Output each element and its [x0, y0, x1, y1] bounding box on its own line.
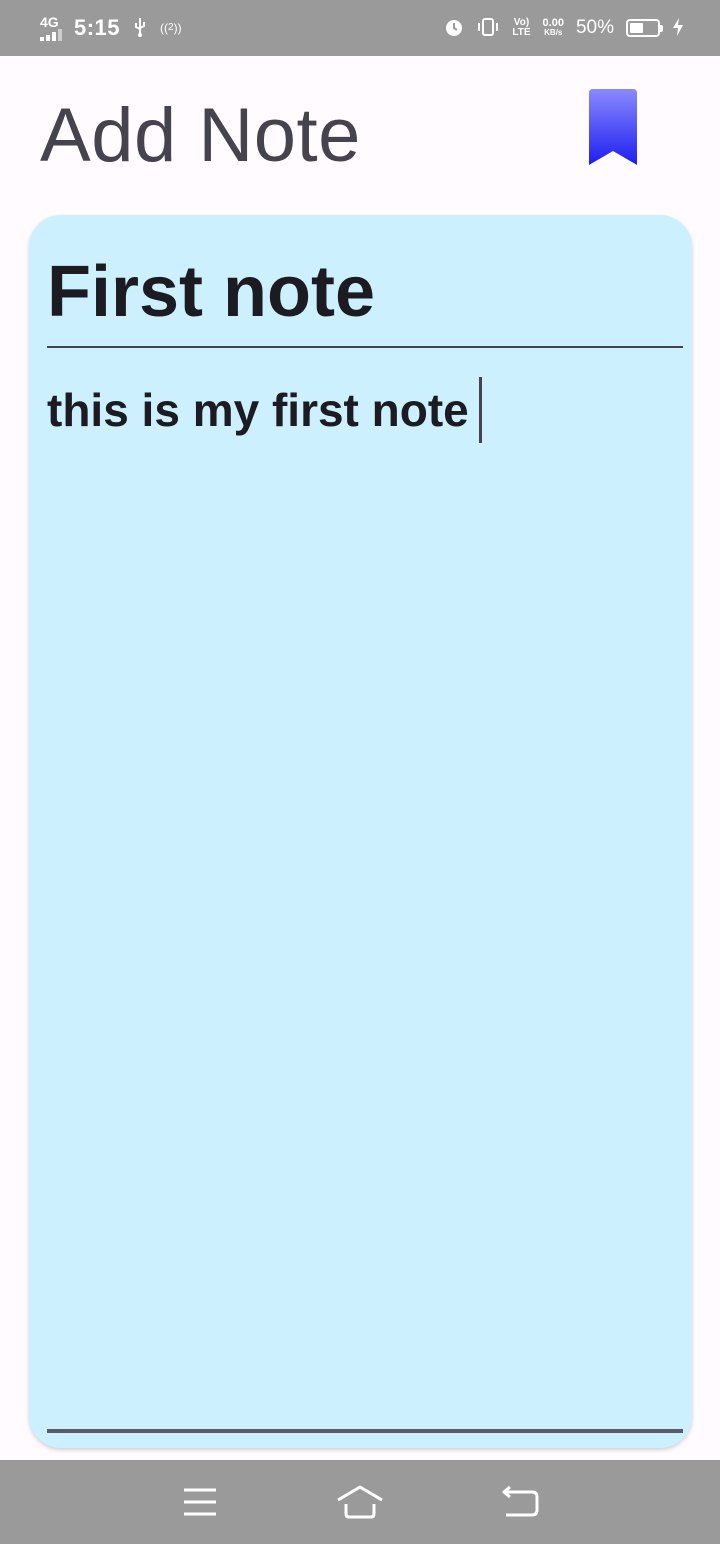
status-bar: 4G 5:15 ((2)) Vo) LTE 0.00 KB/s 50%	[0, 0, 720, 56]
back-button[interactable]	[490, 1472, 550, 1532]
battery-level	[630, 23, 643, 33]
save-bookmark-button[interactable]	[578, 84, 648, 174]
bookmark-icon	[589, 89, 637, 165]
charging-icon	[672, 17, 684, 40]
alarm-icon	[444, 17, 464, 40]
home-icon	[337, 1485, 383, 1519]
clock: 5:15	[74, 15, 121, 40]
signal-indicator: 4G	[40, 15, 62, 41]
battery-icon	[626, 19, 663, 37]
text-cursor	[478, 377, 482, 443]
network-speed: 0.00 KB/s	[542, 17, 564, 38]
note-body-input[interactable]: this is my first note	[47, 377, 683, 443]
usb-icon	[132, 17, 148, 40]
menu-button[interactable]	[170, 1472, 230, 1532]
signal-bars-icon	[40, 29, 62, 41]
navigation-bar	[0, 1460, 720, 1544]
menu-icon	[184, 1488, 216, 1516]
home-button[interactable]	[330, 1472, 390, 1532]
back-icon	[502, 1486, 539, 1517]
battery-percent: 50%	[575, 17, 614, 38]
network-type: 4G	[40, 14, 59, 30]
note-body-text: this is my first note	[47, 384, 469, 436]
header: Add Note	[0, 56, 720, 216]
volte-indicator: Vo) LTE	[512, 17, 531, 38]
hotspot-icon: ((2))	[160, 21, 182, 35]
note-card: First note this is my first note	[29, 215, 692, 1448]
page-title: Add Note	[40, 93, 361, 178]
note-title-input[interactable]: First note	[47, 251, 683, 333]
vibrate-icon	[476, 17, 500, 40]
body-underline	[47, 1429, 683, 1433]
title-underline	[47, 346, 683, 348]
